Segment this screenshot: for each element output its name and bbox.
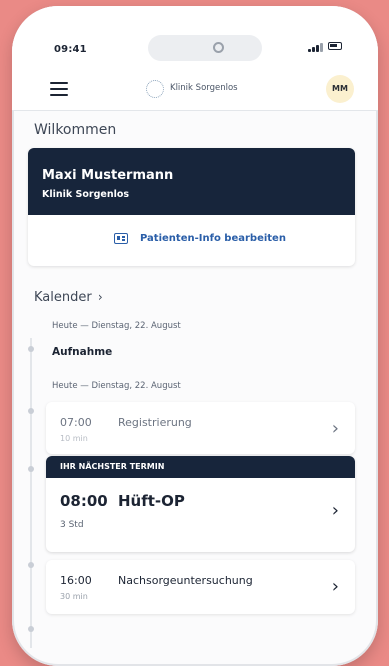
calendar-link[interactable]: Kalender › (34, 290, 103, 305)
chevron-right-icon: › (97, 290, 103, 304)
dynamic-island (148, 35, 262, 61)
appointment-duration: 3 Std (60, 520, 84, 530)
appointment-time: 16:00 (60, 574, 92, 587)
chevron-right-icon: › (331, 418, 339, 439)
id-card-icon (114, 233, 128, 244)
battery-icon (328, 42, 342, 50)
appointment-card[interactable]: 07:00 Registrierung 10 min › (46, 402, 355, 454)
day-label: Heute — Dienstag, 22. August (52, 321, 181, 331)
appointment-name: Hüft-OP (118, 492, 185, 510)
edit-patient-info-button[interactable]: Patienten-Info bearbeiten (28, 215, 355, 266)
timeline-dot (28, 466, 34, 472)
app-bar: Klinik Sorgenlos MM (12, 68, 378, 111)
chevron-right-icon: › (331, 576, 339, 597)
timeline-dot (28, 562, 34, 568)
avatar[interactable]: MM (326, 75, 354, 103)
patient-card-header: Maxi Mustermann Klinik Sorgenlos (28, 148, 355, 215)
status-bar: 09:41 (12, 6, 378, 68)
appointment-name: Registrierung (118, 416, 192, 429)
timeline-dot (28, 626, 34, 632)
appointment-card[interactable]: 16:00 Nachsorgeuntersuchung 30 min › (46, 560, 355, 614)
day-label: Heute — Dienstag, 22. August (52, 381, 181, 391)
chevron-right-icon: › (331, 500, 339, 521)
day-event: Aufnahme (52, 346, 113, 358)
appointment-duration: 10 min (60, 434, 88, 443)
logo-text: Klinik Sorgenlos (170, 83, 238, 93)
appointment-time: 08:00 (60, 492, 108, 510)
appointment-duration: 30 min (60, 592, 88, 601)
calendar-title: Kalender (34, 290, 92, 305)
appointment-time: 07:00 (60, 416, 92, 429)
next-appointment-card[interactable]: IHR NÄCHSTER TERMIN 08:00 Hüft-OP 3 Std … (46, 456, 355, 552)
signal-icon (308, 42, 323, 52)
patient-clinic: Klinik Sorgenlos (42, 189, 130, 200)
appointment-name: Nachsorgeuntersuchung (118, 574, 253, 587)
logo-mark-icon (146, 80, 164, 98)
next-appointment-badge-label: IHR NÄCHSTER TERMIN (60, 462, 165, 471)
edit-patient-info-label: Patienten-Info bearbeiten (140, 233, 286, 244)
next-appointment-badge: IHR NÄCHSTER TERMIN (46, 456, 355, 478)
timeline-line (30, 338, 32, 648)
patient-name: Maxi Mustermann (42, 168, 174, 183)
welcome-heading: Wilkommen (34, 122, 117, 138)
menu-icon[interactable] (50, 82, 68, 96)
timeline-dot (28, 346, 34, 352)
patient-card: Maxi Mustermann Klinik Sorgenlos Patient… (28, 148, 355, 266)
timeline-dot (28, 408, 34, 414)
camera-icon (213, 42, 224, 53)
clinic-logo: Klinik Sorgenlos (146, 76, 266, 102)
status-time: 09:41 (54, 44, 87, 55)
